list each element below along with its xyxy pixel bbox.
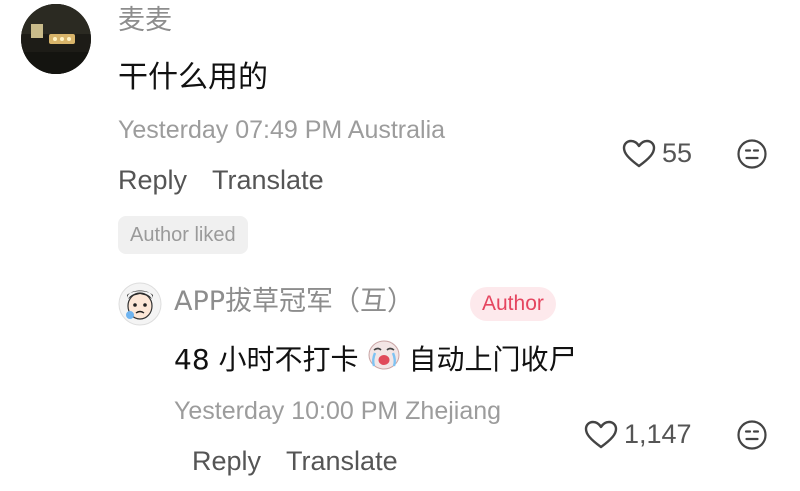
reply-text-part-2: 自动上门收尸 [408, 342, 577, 376]
reply-text: 48 小时不打卡 自动上门收尸 [174, 338, 577, 381]
reply-actions: Reply Translate [192, 443, 416, 479]
reply-button[interactable]: Reply [118, 165, 187, 195]
comment-text: 干什么用的 [118, 60, 268, 95]
author-badge: Author [470, 287, 556, 321]
comment-thread: 麦麦 干什么用的 Yesterday 07:49 PM Australia Re… [0, 0, 800, 491]
reply-text-part-1: 48 小时不打卡 [174, 342, 359, 376]
author-username[interactable]: APP拔草冠军（互） [174, 284, 414, 320]
translate-button[interactable]: Translate [212, 165, 324, 195]
crying-face-emoji [367, 338, 401, 381]
emoji-reaction-icon[interactable] [736, 138, 768, 174]
author-avatar[interactable] [118, 282, 162, 326]
reply-button[interactable]: Reply [192, 446, 261, 476]
commenter-username[interactable]: 麦麦 [118, 4, 172, 38]
comment-actions: Reply Translate [118, 162, 342, 198]
emoji-reaction-icon[interactable] [736, 419, 768, 455]
heart-outline-icon [622, 139, 656, 167]
translate-button[interactable]: Translate [286, 446, 398, 476]
comment-timestamp-location: Yesterday 07:49 PM Australia [118, 116, 446, 144]
like-button[interactable]: 1,147 [584, 419, 692, 450]
heart-outline-icon [584, 420, 618, 448]
like-button[interactable]: 55 [622, 138, 692, 169]
like-count: 1,147 [624, 419, 692, 449]
like-count: 55 [662, 138, 693, 168]
author-liked-badge: Author liked [118, 216, 248, 254]
reply-timestamp-location: Yesterday 10:00 PM Zhejiang [174, 397, 502, 425]
commenter-avatar[interactable] [21, 4, 91, 74]
